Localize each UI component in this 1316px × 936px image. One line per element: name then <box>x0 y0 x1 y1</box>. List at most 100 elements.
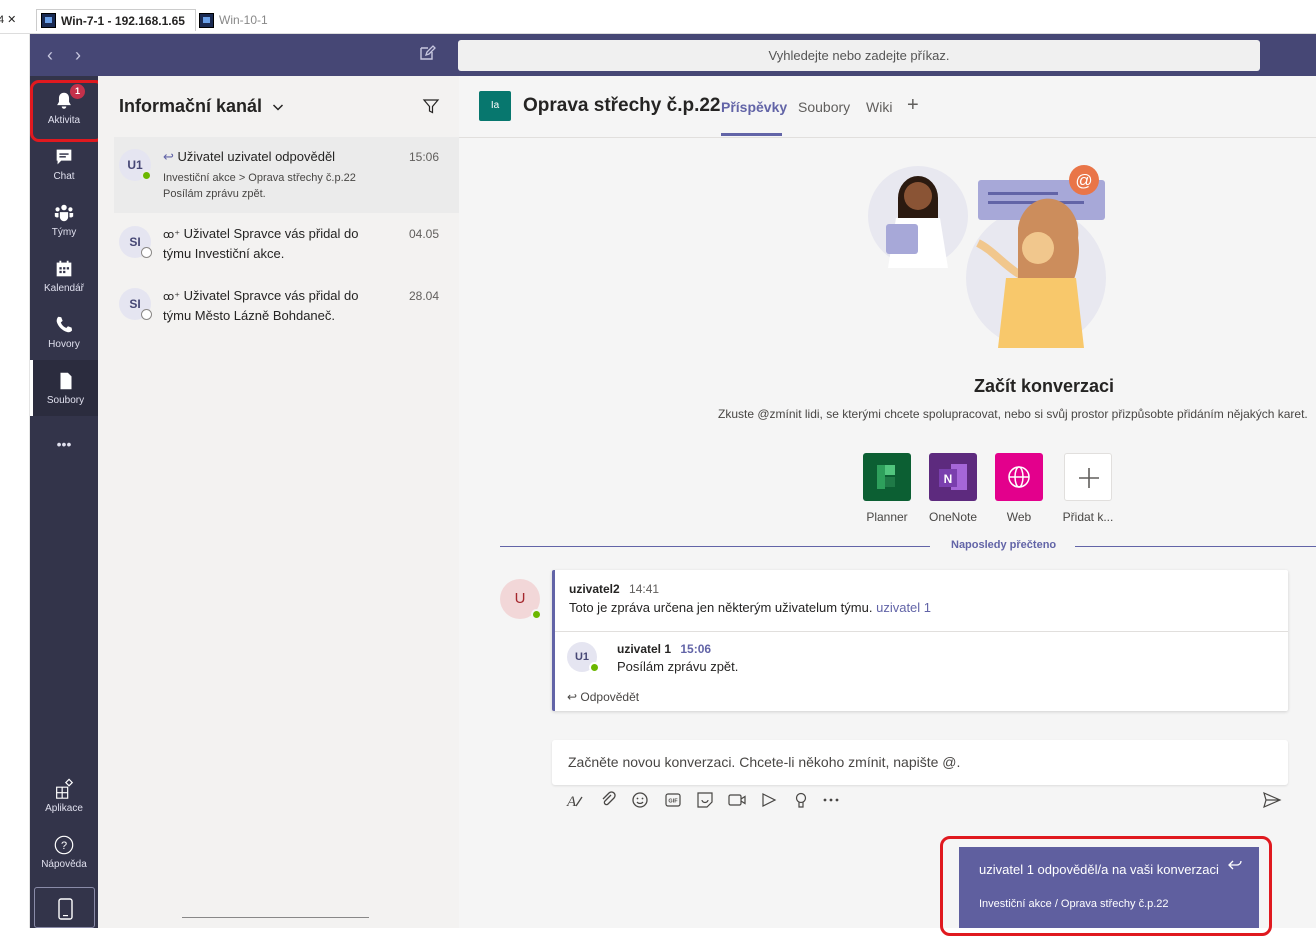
svg-text:@: @ <box>1075 171 1092 190</box>
rail-label-apps: Aplikace <box>45 803 83 814</box>
phone-device-icon <box>58 898 73 920</box>
stream-icon[interactable] <box>759 790 779 810</box>
reply-arrow-icon: ↩ <box>163 149 174 164</box>
rail-item-files[interactable]: Soubory <box>30 360 98 416</box>
rdp-connection-icon <box>41 13 56 28</box>
feed-item-title: Uživatel Spravce vás přidal do <box>183 226 359 241</box>
more-options-icon[interactable] <box>821 790 841 810</box>
feed-item[interactable]: SI ꝏ⁺ Uživatel Spravce vás přidal do tým… <box>114 276 459 352</box>
reply-time: 15:06 <box>680 642 712 656</box>
reply-arrow-icon: ↩ <box>567 690 578 704</box>
feed-item-title-row: ↩ Uživatel uzivatel odpověděl <box>163 147 335 167</box>
mobile-device-button[interactable] <box>34 887 95 928</box>
rail-item-help[interactable]: ? Nápověda <box>30 824 98 880</box>
tab-files[interactable]: Soubory <box>798 99 850 115</box>
svg-text:GIF: GIF <box>668 799 678 805</box>
rail-more-apps[interactable]: ••• <box>30 416 98 472</box>
chevron-down-icon[interactable] <box>272 100 284 118</box>
compose-message-input[interactable]: Začněte novou konverzaci. Chcete-li něko… <box>552 740 1288 785</box>
feed-item-title-row: ꝏ⁺ Uživatel Spravce vás přidal do <box>163 224 359 245</box>
rdp-tab-strip: 4 ✕ Win-7-1 - 192.168.1.65 Win-10-1 <box>0 0 1316 34</box>
rail-item-chat[interactable]: Chat <box>30 136 98 192</box>
meet-now-icon[interactable] <box>727 790 747 810</box>
forward-arrow-icon[interactable]: › <box>68 45 88 65</box>
presence-available-icon <box>589 662 600 673</box>
rail-item-calendar[interactable]: Kalendář <box>30 248 98 304</box>
reply-button-label: Odpovědět <box>580 690 640 704</box>
rdp-tab-win10[interactable]: Win-10-1 <box>199 9 279 31</box>
file-icon <box>60 372 71 390</box>
feed-item[interactable]: U1 ↩ Uživatel uzivatel odpověděl Investi… <box>114 137 459 213</box>
start-conversation-description: Zkuste @zmínit lidi, se kterými chcete s… <box>718 407 1308 421</box>
reply-thread: U1 uzivatel 1 15:06 Posílám zprávu zpět.… <box>555 631 1288 711</box>
feed-item-title: Uživatel uzivatel odpověděl <box>177 149 336 164</box>
presence-offline-icon <box>141 309 152 320</box>
search-input[interactable]: Vyhledejte nebo zadejte příkaz. <box>458 40 1260 71</box>
format-icon[interactable]: A <box>565 790 585 810</box>
sticker-icon[interactable] <box>695 790 715 810</box>
attach-icon[interactable] <box>598 790 618 810</box>
new-chat-compose-icon[interactable] <box>418 44 442 66</box>
planner-app-tile[interactable] <box>863 453 911 501</box>
rail-item-teams[interactable]: Týmy <box>30 192 98 248</box>
message-body: Toto je zpráva určena jen některým uživa… <box>569 600 931 615</box>
feed-item-context: týmu Město Lázně Bohdaneč. <box>163 308 335 323</box>
rdp-tab-win7-label: Win-7-1 - 192.168.1.65 <box>61 13 185 28</box>
plus-icon <box>1079 468 1099 488</box>
praise-icon[interactable] <box>791 790 811 810</box>
rail-item-calls[interactable]: Hovory <box>30 304 98 360</box>
last-read-divider <box>500 546 930 547</box>
gif-icon[interactable]: GIF <box>663 790 683 810</box>
rail-label-teams: Týmy <box>51 227 77 238</box>
compose-toolbar: A GIF <box>565 790 1285 812</box>
rail-label-files: Soubory <box>46 395 85 406</box>
planner-icon <box>877 465 895 489</box>
rdp-tab-previous[interactable]: 4 ✕ <box>0 8 16 30</box>
feed-item-time: 28.04 <box>408 289 439 303</box>
rail-label-help: Nápověda <box>41 859 87 870</box>
feed-item-title: Uživatel Spravce vás přidal do <box>183 288 359 303</box>
channel-title: Oprava střechy č.p.22 <box>523 95 721 116</box>
apps-icon <box>56 778 74 799</box>
host-window-edge <box>0 34 30 928</box>
annotation-highlight-activity <box>30 80 104 142</box>
phone-icon <box>56 316 73 333</box>
send-icon[interactable] <box>1262 790 1282 810</box>
back-arrow-icon[interactable]: ‹ <box>40 45 60 65</box>
emoji-icon[interactable] <box>630 790 650 810</box>
svg-text:A: A <box>566 794 577 810</box>
message-author[interactable]: uzivatel2 <box>569 582 620 596</box>
annotation-highlight-toast <box>940 836 1272 936</box>
reply-author[interactable]: uzivatel 1 <box>617 642 671 656</box>
feed-title[interactable]: Informační kanál <box>119 96 262 117</box>
list-scroll-indicator <box>182 917 369 918</box>
last-read-label: Naposledy přečteno <box>951 539 1057 551</box>
team-add-icon: ꝏ⁺ <box>163 229 181 241</box>
mention-link[interactable]: uzivatel 1 <box>876 600 931 615</box>
calendar-icon <box>56 260 72 277</box>
add-tab-app-tile[interactable] <box>1064 453 1112 501</box>
reply-header: uzivatel 1 15:06 <box>617 642 711 656</box>
message-header: uzivatel2 14:41 <box>569 582 659 596</box>
rdp-tab-win7[interactable]: Win-7-1 - 192.168.1.65 <box>36 9 196 31</box>
web-app-tile[interactable] <box>995 453 1043 501</box>
tab-wiki[interactable]: Wiki <box>866 99 892 115</box>
rail-label-calls: Hovory <box>48 339 80 350</box>
reply-button[interactable]: ↩ Odpovědět <box>567 690 639 704</box>
app-rail: Aktivita Chat Týmy Kalendář Hovory Soubo… <box>30 76 98 928</box>
feed-item-time: 15:06 <box>408 150 439 164</box>
rail-item-apps[interactable]: Aplikace <box>30 768 98 824</box>
onenote-app-tile[interactable]: N <box>929 453 977 501</box>
feed-item-title-row: ꝏ⁺ Uživatel Spravce vás přidal do <box>163 286 359 307</box>
add-tab-button[interactable]: + <box>907 94 919 117</box>
help-icon: ? <box>54 835 74 855</box>
chat-icon <box>56 149 72 165</box>
start-conversation-title: Začít konverzaci <box>973 376 1115 396</box>
team-add-icon: ꝏ⁺ <box>163 291 181 303</box>
feed-item-context: týmu Investiční akce. <box>163 246 285 261</box>
rdp-tab-previous-label: 4 ✕ <box>0 13 17 26</box>
rail-label-chat: Chat <box>53 171 75 182</box>
svg-text:?: ? <box>61 840 67 852</box>
filter-icon[interactable] <box>422 97 440 120</box>
tab-posts[interactable]: Příspěvky <box>721 99 787 115</box>
